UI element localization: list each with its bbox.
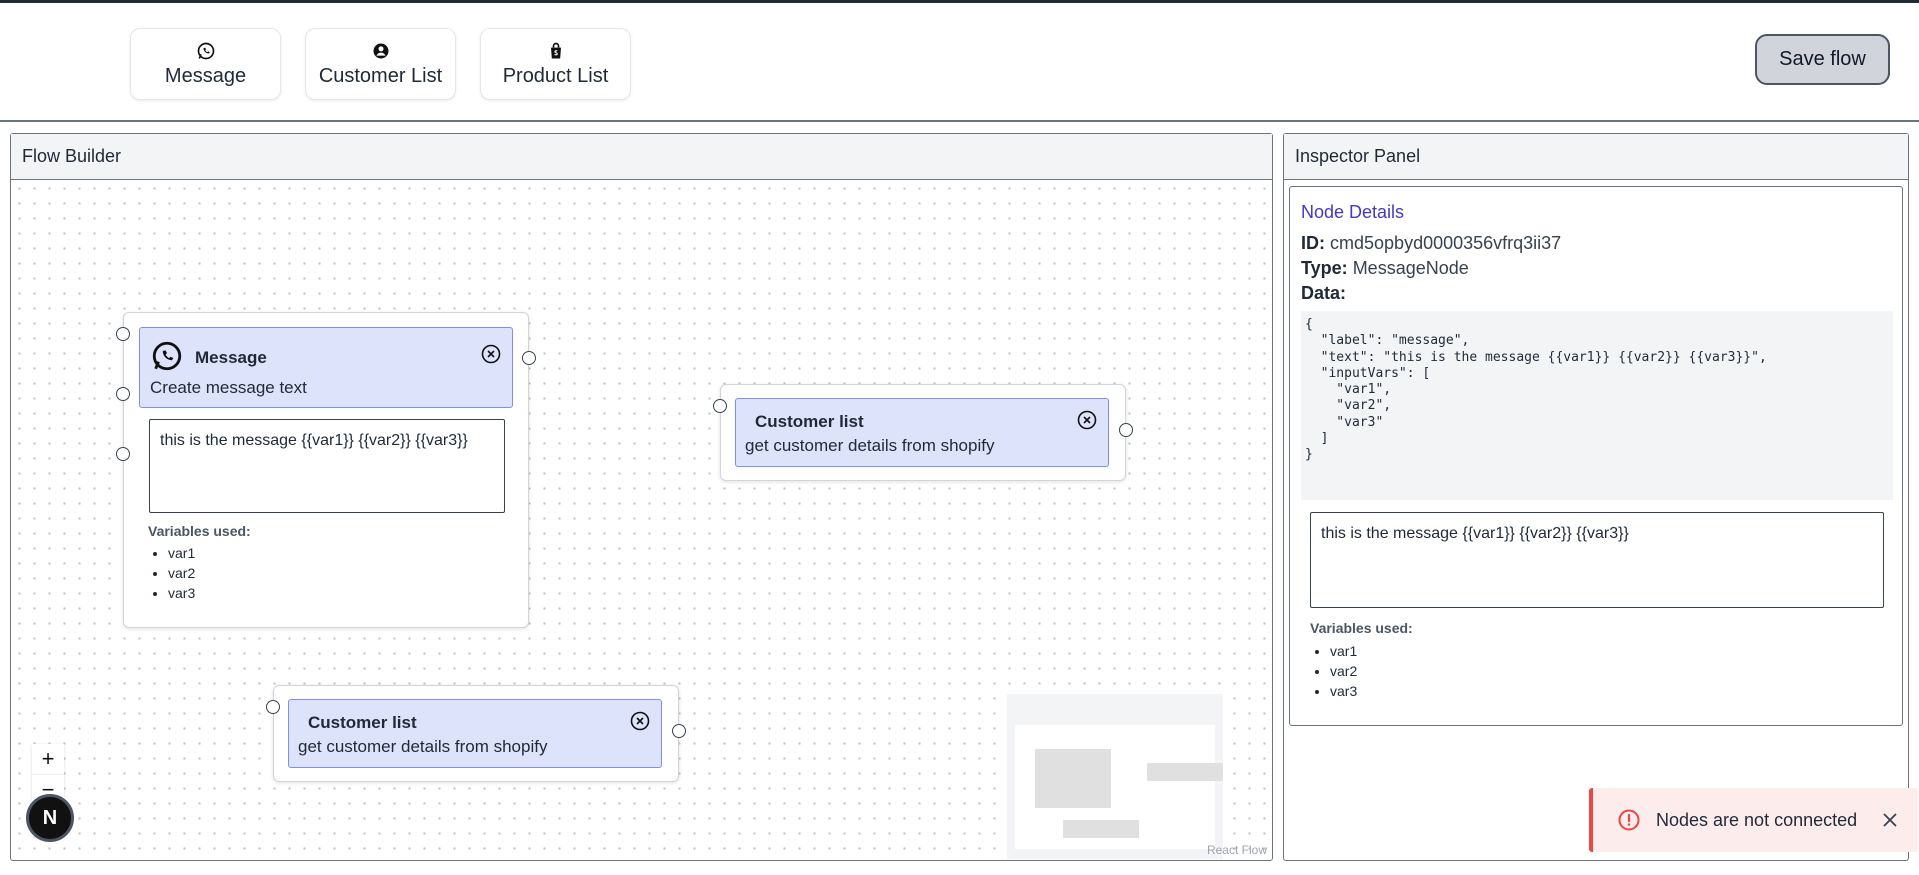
variables-used-title: Variables used:	[1310, 620, 1413, 636]
shopify-bag-icon	[550, 42, 561, 58]
node-details-card: Node Details ID: cmd5opbyd0000356vfrq3ii…	[1289, 186, 1903, 726]
error-toast: Nodes are not connected	[1589, 788, 1918, 852]
node-type-row: Type: MessageNode	[1301, 258, 1469, 279]
data-label: Data:	[1301, 283, 1347, 303]
minimap-node	[1147, 763, 1223, 781]
minimap[interactable]	[1007, 694, 1223, 859]
message-node[interactable]: Message Create message text this is the …	[123, 312, 529, 628]
save-flow-button[interactable]: Save flow	[1755, 34, 1890, 85]
output-handle[interactable]	[672, 724, 686, 738]
customer-list-node-subtitle: get customer details from shopify	[745, 436, 995, 455]
flow-builder-panel: Flow Builder Message Create message text…	[10, 133, 1273, 861]
minimap-node	[1063, 820, 1139, 838]
inspector-title: Inspector Panel	[1284, 134, 1908, 180]
variable-item: var3	[168, 583, 195, 603]
react-flow-attribution[interactable]: React Flow	[1207, 843, 1267, 857]
message-tool-label: Message	[164, 64, 247, 87]
customer-list-node-title: Customer list	[308, 713, 417, 732]
customer-list-tool[interactable]: Customer List	[305, 28, 456, 100]
n-badge[interactable]: N	[26, 794, 74, 842]
inspector-text-input[interactable]: this is the message {{var1}} {{var2}} {{…	[1310, 512, 1884, 608]
product-list-tool[interactable]: Product List	[480, 28, 631, 100]
type-label: Type:	[1301, 258, 1348, 278]
variable-item: var1	[1330, 641, 1357, 661]
close-icon[interactable]	[481, 344, 501, 364]
variables-list: var1 var2 var3	[148, 543, 195, 603]
customer-list-node-header[interactable]: Customer list get customer details from …	[288, 699, 662, 768]
variables-list: var1 var2 var3	[1310, 641, 1357, 701]
toast-message: Nodes are not connected	[1656, 809, 1858, 830]
node-id-value: cmd5opbyd0000356vfrq3ii37	[1330, 233, 1562, 253]
input-handle[interactable]	[116, 327, 130, 341]
input-handle[interactable]	[266, 700, 280, 714]
message-node-subtitle: Create message text	[150, 378, 307, 397]
toolbar: Message Customer List Product List Save …	[0, 3, 1919, 122]
variable-item: var2	[168, 563, 195, 583]
whatsapp-icon	[197, 42, 214, 59]
close-icon[interactable]	[630, 711, 650, 731]
minimap-viewport	[1015, 725, 1223, 849]
user-circle-icon	[373, 43, 388, 58]
variable-item: var2	[1330, 661, 1357, 681]
alert-circle-icon	[1618, 809, 1640, 831]
output-handle[interactable]	[1119, 423, 1133, 437]
message-node-title: Message	[195, 348, 267, 367]
node-id-row: ID: cmd5opbyd0000356vfrq3ii37	[1301, 233, 1561, 254]
whatsapp-icon	[152, 341, 182, 371]
minimap-node	[1035, 749, 1111, 808]
product-list-tool-label: Product List	[502, 64, 609, 87]
customer-list-node-subtitle: get customer details from shopify	[298, 737, 548, 756]
flow-builder-title: Flow Builder	[11, 134, 1272, 180]
output-handle[interactable]	[522, 351, 536, 365]
close-icon[interactable]	[1881, 811, 1899, 829]
close-icon[interactable]	[1077, 410, 1097, 430]
variable-item: var3	[1330, 681, 1357, 701]
variables-used-title: Variables used:	[148, 523, 251, 539]
customer-list-node[interactable]: Customer list get customer details from …	[273, 685, 679, 782]
input-handle[interactable]	[116, 447, 130, 461]
input-handle[interactable]	[116, 387, 130, 401]
node-type-value: MessageNode	[1352, 258, 1469, 278]
input-handle[interactable]	[713, 399, 727, 413]
variable-item: var1	[168, 543, 195, 563]
node-data-json: { "label": "message", "text": "this is t…	[1301, 311, 1893, 500]
id-label: ID:	[1301, 233, 1325, 253]
flow-canvas[interactable]: Message Create message text this is the …	[12, 181, 1271, 859]
message-node-header[interactable]: Message Create message text	[139, 327, 513, 408]
inspector-panel: Inspector Panel Node Details ID: cmd5opb…	[1283, 133, 1909, 861]
customer-list-node-title: Customer list	[755, 412, 864, 431]
node-details-title: Node Details	[1301, 202, 1405, 222]
message-tool[interactable]: Message	[130, 28, 281, 100]
zoom-in-button[interactable]: +	[32, 744, 64, 775]
customer-list-node[interactable]: Customer list get customer details from …	[720, 384, 1126, 481]
customer-list-node-header[interactable]: Customer list get customer details from …	[735, 398, 1109, 467]
customer-list-tool-label: Customer List	[318, 64, 443, 87]
message-text-input[interactable]: this is the message {{var1}} {{var2}} {{…	[149, 419, 505, 513]
